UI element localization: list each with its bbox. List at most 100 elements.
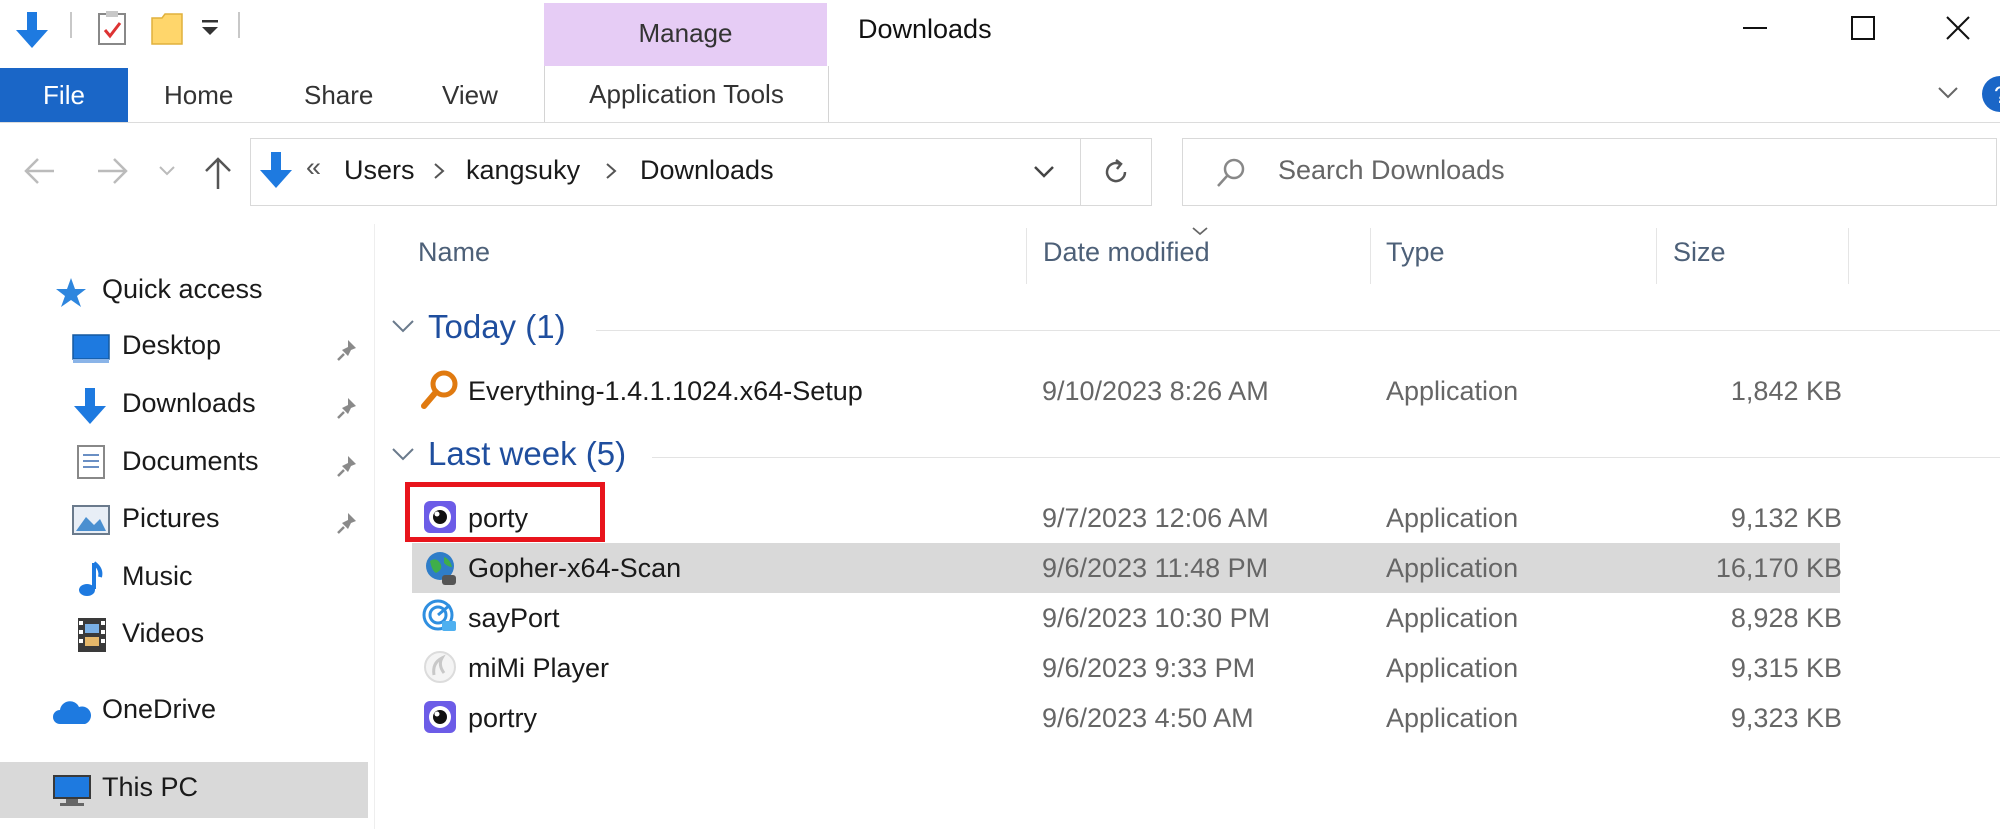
breadcrumb-chevron-icon[interactable] [604, 162, 618, 185]
table-row[interactable]: porty 9/7/2023 12:06 AM Application 9,13… [412, 493, 1842, 543]
expand-ribbon-icon[interactable] [1936, 84, 1960, 107]
pin-icon[interactable] [336, 454, 360, 483]
tab-view[interactable]: View [442, 68, 498, 122]
file-name: Gopher-x64-Scan [468, 553, 682, 583]
downloads-location-icon [258, 150, 294, 195]
file-type: Application [1386, 603, 1519, 633]
recent-locations-chevron-icon[interactable] [158, 164, 176, 183]
quick-access-separator [238, 12, 240, 38]
file-size: 1,842 KB [1730, 376, 1842, 406]
file-size: 8,928 KB [1730, 603, 1842, 633]
column-separator[interactable] [1026, 228, 1027, 284]
file-date: 9/6/2023 11:48 PM [1042, 553, 1269, 583]
radar-app-icon [420, 597, 460, 640]
table-row[interactable]: miMi Player 9/6/2023 9:33 PM Application… [412, 643, 1842, 693]
nav-label: Music [122, 561, 193, 591]
file-size: 9,132 KB [1730, 503, 1842, 533]
nav-desktop[interactable]: Desktop [0, 324, 368, 374]
back-arrow-icon[interactable] [22, 155, 58, 192]
column-separator[interactable] [1370, 228, 1371, 284]
table-row-selected[interactable]: Gopher-x64-Scan 9/6/2023 11:48 PM Applic… [412, 543, 1842, 593]
breadcrumb-kangsuky[interactable]: kangsuky [466, 155, 580, 186]
column-header-date-modified[interactable]: Date modified [1043, 237, 1210, 268]
group-header-last-week[interactable]: Last week (5) [428, 435, 626, 473]
forward-arrow-icon[interactable] [94, 155, 130, 192]
breadcrumb-downloads[interactable]: Downloads [640, 155, 774, 186]
nav-music[interactable]: Music [0, 555, 368, 605]
close-icon [1946, 16, 1970, 40]
ribbon-tabs-bar [0, 68, 2000, 123]
file-date: 9/6/2023 10:30 PM [1042, 603, 1271, 633]
table-row[interactable]: Everything-1.4.1.1024.x64-Setup 9/10/202… [412, 366, 1842, 416]
collapse-group-chevron-icon[interactable] [390, 446, 416, 469]
table-row[interactable]: sayPort 9/6/2023 10:30 PM Application 8,… [412, 593, 1842, 643]
nav-videos[interactable]: Videos [0, 612, 368, 662]
file-type: Application [1386, 503, 1519, 533]
search-icon [1214, 156, 1248, 195]
nav-onedrive[interactable]: OneDrive [0, 688, 368, 738]
pictures-icon [72, 505, 110, 540]
highlight-box [405, 482, 605, 542]
group-header-today[interactable]: Today (1) [428, 308, 566, 346]
properties-checklist-icon[interactable] [96, 10, 130, 51]
table-row[interactable]: portry 9/6/2023 4:50 AM Application 9,32… [412, 693, 1842, 743]
eye-app-icon [422, 699, 458, 740]
breadcrumb-chevron-icon[interactable] [432, 162, 446, 185]
minimize-button[interactable] [1700, 0, 1810, 56]
magnifier-app-icon [420, 370, 458, 415]
pin-icon[interactable] [336, 511, 360, 540]
globe-app-icon [422, 549, 460, 592]
up-arrow-icon[interactable] [202, 155, 234, 196]
file-date: 9/6/2023 9:33 PM [1042, 653, 1256, 683]
downloads-arrow-icon[interactable] [14, 10, 50, 55]
nav-label: OneDrive [102, 694, 217, 724]
tab-share[interactable]: Share [304, 68, 373, 122]
new-folder-icon[interactable] [150, 10, 184, 51]
nav-documents[interactable]: Documents [0, 440, 368, 490]
refresh-button[interactable] [1080, 138, 1152, 206]
nav-label: Documents [122, 446, 259, 476]
nav-pictures[interactable]: Pictures [0, 497, 368, 547]
tab-application-tools[interactable]: Application Tools [544, 66, 829, 122]
tab-file[interactable]: File [0, 68, 128, 122]
player-app-icon [422, 649, 458, 690]
refresh-icon [1105, 159, 1127, 183]
group-divider [652, 457, 2000, 458]
nav-downloads[interactable]: Downloads [0, 382, 368, 432]
column-separator[interactable] [1848, 228, 1849, 284]
manage-tab[interactable]: Manage [544, 18, 827, 49]
desktop-icon [72, 334, 110, 369]
pane-divider [374, 224, 375, 829]
breadcrumb-users[interactable]: Users [344, 155, 415, 186]
nav-label: Desktop [122, 330, 222, 360]
documents-icon [76, 444, 108, 487]
file-name: Everything-1.4.1.1024.x64-Setup [468, 376, 863, 406]
column-header-type[interactable]: Type [1386, 237, 1445, 268]
tab-home[interactable]: Home [164, 68, 233, 122]
pin-icon[interactable] [336, 396, 360, 425]
nav-label: This PC [102, 772, 199, 802]
pin-icon[interactable] [336, 338, 360, 367]
downloads-arrow-icon [72, 386, 108, 431]
file-type: Application [1386, 653, 1519, 683]
music-note-icon [76, 559, 106, 604]
collapse-group-chevron-icon[interactable] [390, 318, 416, 341]
computer-icon [52, 774, 92, 813]
column-header-name[interactable]: Name [418, 237, 490, 268]
breadcrumb-overflow[interactable]: « [306, 152, 321, 183]
column-separator[interactable] [1656, 228, 1657, 284]
file-type: Application [1386, 553, 1519, 583]
window-title: Downloads [858, 14, 992, 44]
help-icon[interactable]: ? [1980, 74, 2000, 119]
file-type: Application [1386, 376, 1519, 406]
nav-this-pc[interactable]: This PC [0, 762, 368, 818]
nav-label: Videos [122, 618, 205, 648]
close-button[interactable] [1916, 0, 2000, 56]
file-name: miMi Player [468, 653, 610, 683]
address-history-chevron-icon[interactable] [1032, 164, 1056, 185]
customize-quick-access-icon[interactable] [198, 14, 222, 45]
nav-quick-access[interactable]: Quick access [0, 268, 368, 318]
maximize-button[interactable] [1808, 0, 1918, 56]
nav-label: Downloads [122, 388, 256, 418]
column-header-size[interactable]: Size [1673, 237, 1726, 268]
